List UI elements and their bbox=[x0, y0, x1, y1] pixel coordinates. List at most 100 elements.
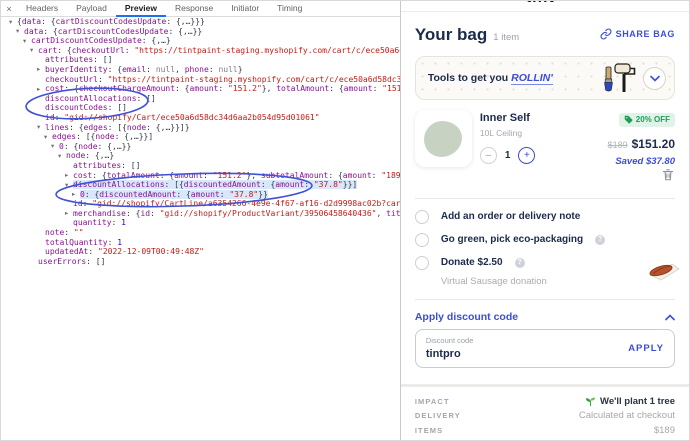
disclosure-triangle-icon[interactable]: ▸ bbox=[65, 171, 73, 180]
summary-label: IMPACT bbox=[414, 396, 450, 406]
subtotal-row: Subtotal $151.20 bbox=[401, 438, 689, 441]
discount-code-value[interactable]: tintpro bbox=[426, 348, 474, 360]
impact-value: We'll plant 1 tree bbox=[600, 395, 675, 407]
tab-payload[interactable]: Payload bbox=[67, 1, 116, 17]
tab-preview[interactable]: Preview bbox=[115, 1, 166, 17]
devtools-tabbar: × Headers Payload Preview Response Initiator… bbox=[1, 1, 400, 17]
disclosure-triangle-icon[interactable]: ▸ bbox=[65, 209, 73, 218]
share-bag-label: SHARE BAG bbox=[615, 29, 675, 39]
current-price: $151.20 bbox=[631, 137, 675, 151]
tab-initiator[interactable]: Initiator bbox=[222, 1, 268, 17]
disclosure-triangle-icon[interactable]: ▾ bbox=[23, 37, 31, 46]
summary-row-impact: IMPACT We'll plant 1 tree bbox=[415, 394, 675, 409]
devtools-tabs: Headers Payload Preview Response Initiator Ti… bbox=[17, 1, 311, 17]
order-summary: IMPACT We'll plant 1 tree DELIVERY Calcu… bbox=[401, 387, 689, 438]
discount-field-label: Discount code bbox=[425, 336, 474, 345]
json-tree-row[interactable]: attributes: [] bbox=[1, 161, 400, 171]
disclosure-triangle-icon[interactable]: ▾ bbox=[30, 46, 38, 55]
discount-section: Apply discount code Discount code tintpr… bbox=[401, 300, 689, 378]
site-header: tint bbox=[400, 1, 689, 12]
disclosure-triangle-icon[interactable]: ▸ bbox=[37, 85, 45, 94]
radio-button[interactable] bbox=[414, 232, 429, 247]
quantity-decrease-button[interactable]: – bbox=[479, 147, 497, 164]
sausage-illustration bbox=[649, 263, 680, 281]
option-sub-label: Virtual Sausage donation bbox=[440, 276, 547, 287]
original-price: $189 bbox=[607, 140, 628, 150]
option-label: Add an order or delivery note bbox=[440, 211, 581, 222]
disclosure-triangle-icon[interactable]: ▾ bbox=[51, 142, 59, 151]
seedling-icon bbox=[585, 397, 596, 406]
product-variant: 10L Ceiling bbox=[479, 128, 523, 138]
json-tree-row[interactable]: ▸ cost: {checkoutChargeAmount: {amount: "… bbox=[1, 84, 400, 94]
product-thumbnail[interactable] bbox=[414, 110, 472, 167]
radio-button[interactable] bbox=[414, 209, 429, 224]
json-tree-row[interactable]: ▾ edges: [{node: {,…}}] bbox=[1, 132, 400, 142]
info-icon[interactable]: ? bbox=[514, 257, 525, 268]
json-tree-row[interactable]: totalQuantity: 1 bbox=[1, 238, 400, 248]
remove-item-button[interactable] bbox=[661, 169, 675, 186]
option-eco-packaging[interactable]: Go green, pick eco-packaging ? bbox=[414, 228, 675, 251]
discount-input-box: Discount code tintpro APPLY bbox=[414, 329, 675, 368]
json-tree-row[interactable]: quantity: 1 bbox=[1, 218, 400, 228]
apply-button[interactable]: APPLY bbox=[628, 343, 664, 354]
page-title: Your bag bbox=[414, 25, 488, 44]
discount-code-field[interactable]: Discount code tintpro bbox=[426, 336, 474, 360]
disclosure-triangle-icon[interactable]: ▾ bbox=[58, 152, 66, 161]
tab-headers[interactable]: Headers bbox=[17, 1, 67, 17]
json-tree-row[interactable]: userErrors: [] bbox=[1, 257, 400, 267]
json-tree-row[interactable]: ▾ discountAllocations: [{discountedAmount… bbox=[1, 180, 400, 190]
disclosure-triangle-icon[interactable]: ▾ bbox=[65, 181, 73, 190]
json-tree-row[interactable]: ▾ cartDiscountCodesUpdate: {,…} bbox=[1, 36, 400, 46]
discount-toggle[interactable]: Apply discount code bbox=[415, 308, 675, 329]
disclosure-triangle-icon[interactable]: ▸ bbox=[37, 65, 45, 74]
cart-options: Add an order or delivery note Go green, … bbox=[401, 199, 689, 299]
radio-button[interactable] bbox=[414, 255, 429, 270]
summary-label: DELIVERY bbox=[414, 411, 461, 421]
json-tree-row[interactable]: ▾ data: {cartDiscountCodesUpdate: {,…}} bbox=[1, 27, 400, 37]
link-icon bbox=[600, 28, 612, 40]
json-tree-row[interactable]: ▸ merchandise: {id: "gid://shopify/Produc… bbox=[1, 209, 400, 219]
json-tree-row[interactable]: ▾ 0: {node: {,…}} bbox=[1, 142, 400, 152]
tag-icon bbox=[624, 115, 633, 124]
json-tree-row[interactable]: checkoutUrl: "https://tintpaint-staging.… bbox=[1, 75, 400, 85]
tab-timing[interactable]: Timing bbox=[268, 1, 311, 17]
option-donate[interactable]: Donate $2.50 ? bbox=[414, 251, 675, 274]
share-bag-button[interactable]: SHARE BAG bbox=[600, 28, 675, 40]
info-icon[interactable]: ? bbox=[595, 234, 606, 245]
cart-panel: tint Your bag 1 item SHARE BAG Tools to … bbox=[400, 1, 689, 441]
json-tree-row[interactable]: ▸ cost: {totalAmount: {amount: "151.2"}, … bbox=[1, 171, 400, 181]
devtools-pane: × Headers Payload Preview Response Initiator… bbox=[1, 1, 401, 440]
store-logo[interactable]: tint bbox=[526, 1, 555, 7]
json-tree-row[interactable]: ▾ lines: {edges: [{node: {,…}}]} bbox=[1, 123, 400, 133]
quantity-increase-button[interactable]: + bbox=[518, 147, 536, 164]
promo-highlight: ROLLIN' bbox=[511, 72, 553, 85]
promo-expand-button[interactable] bbox=[643, 66, 666, 90]
product-title[interactable]: Inner Self bbox=[480, 112, 600, 124]
json-tree-row[interactable]: discountCodes: [] bbox=[1, 103, 400, 113]
json-tree-row[interactable]: ▾ cart: {checkoutUrl: "https://tintpaint-… bbox=[1, 46, 400, 56]
json-tree-row[interactable]: id: "gid://shopify/Cart/ece50a6d58dc34d6… bbox=[1, 113, 400, 123]
tab-response[interactable]: Response bbox=[166, 1, 222, 17]
json-tree-row[interactable]: id: "gid://shopify/CartLine/a6354266-4e9… bbox=[1, 199, 400, 209]
disclosure-triangle-icon[interactable]: ▸ bbox=[72, 190, 80, 199]
disclosure-triangle-icon[interactable]: ▾ bbox=[9, 18, 17, 27]
close-icon[interactable]: × bbox=[1, 4, 17, 14]
option-delivery-note[interactable]: Add an order or delivery note bbox=[414, 205, 675, 228]
json-tree-row[interactable]: discountAllocations: [] bbox=[1, 94, 400, 104]
json-tree-row[interactable]: ▸ buyerIdentity: {email: null, phone: nul… bbox=[1, 65, 400, 75]
json-tree-row[interactable]: ▸ 0: {discountedAmount: {amount: "37.8"}} bbox=[1, 189, 400, 200]
paint-swatch bbox=[424, 120, 463, 157]
trash-icon bbox=[662, 169, 674, 181]
disclosure-triangle-icon[interactable]: ▾ bbox=[44, 133, 52, 142]
json-tree-row[interactable]: attributes: [] bbox=[1, 55, 400, 65]
option-label: Donate $2.50 bbox=[440, 257, 503, 268]
json-tree-row[interactable]: updatedAt: "2022-12-09T00:49:48Z" bbox=[1, 247, 400, 257]
disclosure-triangle-icon[interactable]: ▾ bbox=[37, 123, 45, 132]
summary-value: $189 bbox=[653, 424, 675, 436]
promo-banner[interactable]: Tools to get you ROLLIN' bbox=[414, 56, 675, 100]
json-tree-row[interactable]: note: "" bbox=[1, 228, 400, 238]
json-tree-row[interactable]: ▾ node: {,…} bbox=[1, 151, 400, 161]
disclosure-triangle-icon[interactable]: ▾ bbox=[16, 27, 24, 36]
discount-badge-label: 20% OFF bbox=[635, 115, 670, 124]
json-tree-row[interactable]: ▾ {data: {cartDiscountCodesUpdate: {,…}}} bbox=[1, 17, 400, 27]
